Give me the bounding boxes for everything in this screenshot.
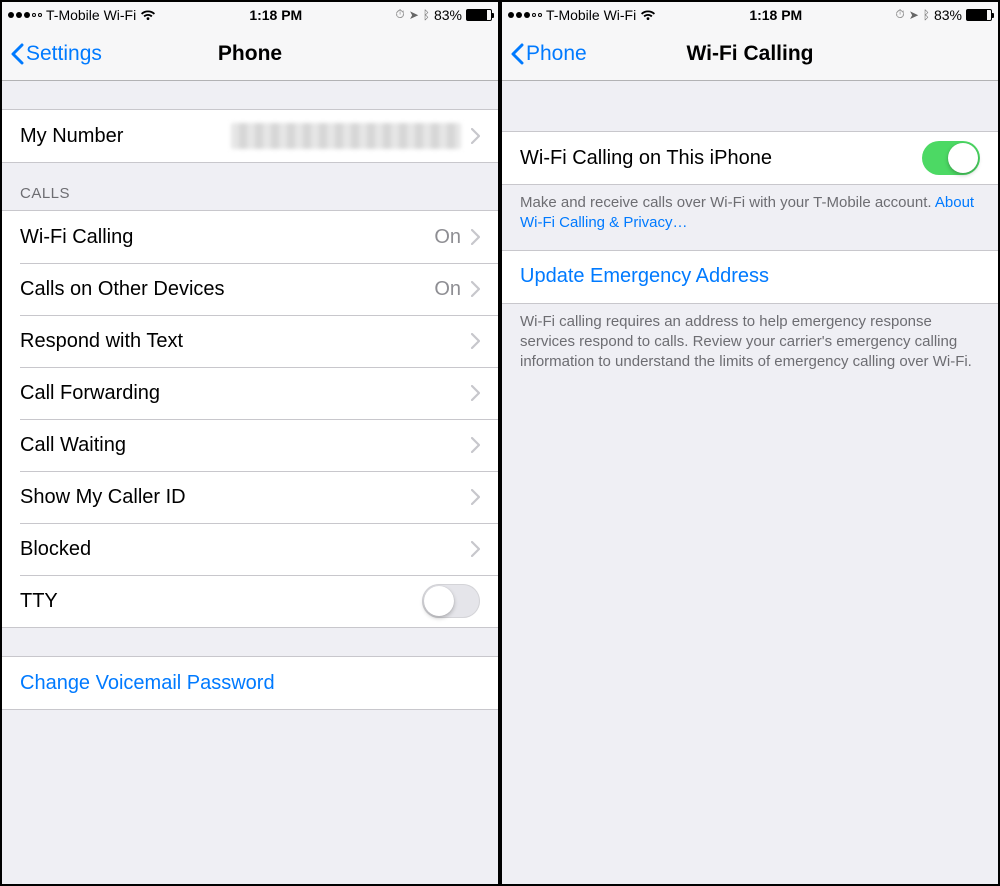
- bluetooth-icon: ᛒ: [923, 8, 930, 22]
- phone-screen-phone-settings: T-Mobile Wi-Fi 1:18 PM ⏱ ➤ ᛒ 83% Setting…: [0, 0, 500, 886]
- back-label: Settings: [26, 42, 102, 66]
- carrier-label: T-Mobile Wi-Fi: [46, 7, 136, 23]
- status-time: 1:18 PM: [749, 7, 802, 23]
- tty-toggle[interactable]: [422, 584, 480, 618]
- battery-percent: 83%: [934, 7, 962, 23]
- status-time: 1:18 PM: [249, 7, 302, 23]
- row-tty: TTY: [2, 575, 498, 627]
- footer-emergency-explainer: Wi-Fi calling requires an address to hel…: [502, 304, 998, 389]
- carrier-label: T-Mobile Wi-Fi: [546, 7, 636, 23]
- chevron-right-icon: [471, 385, 480, 401]
- content-scroll[interactable]: Wi-Fi Calling on This iPhone Make and re…: [502, 81, 998, 884]
- location-icon: ➤: [909, 8, 919, 22]
- status-bar: T-Mobile Wi-Fi 1:18 PM ⏱ ➤ ᛒ 83%: [502, 2, 998, 27]
- chevron-right-icon: [471, 281, 480, 297]
- nav-bar: Phone Wi-Fi Calling: [502, 27, 998, 81]
- footer-about-wifi-calling: Make and receive calls over Wi-Fi with y…: [502, 185, 998, 250]
- bluetooth-icon: ᛒ: [423, 8, 430, 22]
- battery-percent: 83%: [434, 7, 462, 23]
- row-calls-other-devices[interactable]: Calls on Other Devices On: [2, 263, 498, 315]
- chevron-right-icon: [471, 128, 480, 144]
- battery-icon: [966, 9, 992, 21]
- back-button-settings[interactable]: Settings: [10, 42, 102, 66]
- row-wifi-calling-toggle: Wi-Fi Calling on This iPhone: [502, 132, 998, 184]
- status-bar: T-Mobile Wi-Fi 1:18 PM ⏱ ➤ ᛒ 83%: [2, 2, 498, 27]
- chevron-right-icon: [471, 333, 480, 349]
- row-my-number[interactable]: My Number: [2, 110, 498, 162]
- back-button-phone[interactable]: Phone: [510, 42, 587, 66]
- row-change-voicemail-password[interactable]: Change Voicemail Password: [2, 657, 498, 709]
- section-header-calls: CALLS: [2, 163, 498, 210]
- row-call-forwarding[interactable]: Call Forwarding: [2, 367, 498, 419]
- battery-icon: [466, 9, 492, 21]
- row-respond-with-text[interactable]: Respond with Text: [2, 315, 498, 367]
- phone-screen-wifi-calling: T-Mobile Wi-Fi 1:18 PM ⏱ ➤ ᛒ 83% Phone W…: [500, 0, 1000, 886]
- chevron-right-icon: [471, 541, 480, 557]
- back-label: Phone: [526, 42, 587, 66]
- my-number-label: My Number: [20, 125, 231, 148]
- content-scroll[interactable]: My Number CALLS Wi-Fi Calling On Calls o…: [2, 81, 498, 884]
- signal-dots-icon: [8, 12, 42, 18]
- wifi-icon: [640, 9, 656, 21]
- signal-dots-icon: [508, 12, 542, 18]
- chevron-right-icon: [471, 437, 480, 453]
- wifi-calling-status: On: [434, 226, 461, 249]
- row-update-emergency-address[interactable]: Update Emergency Address: [502, 251, 998, 303]
- my-number-value-redacted: [231, 123, 461, 149]
- location-icon: ➤: [409, 8, 419, 22]
- chevron-right-icon: [471, 489, 480, 505]
- row-call-waiting[interactable]: Call Waiting: [2, 419, 498, 471]
- row-wifi-calling[interactable]: Wi-Fi Calling On: [2, 211, 498, 263]
- wifi-calling-toggle[interactable]: [922, 141, 980, 175]
- other-devices-status: On: [434, 278, 461, 301]
- row-show-caller-id[interactable]: Show My Caller ID: [2, 471, 498, 523]
- alarm-icon: ⏱: [895, 7, 904, 22]
- chevron-right-icon: [471, 229, 480, 245]
- row-blocked[interactable]: Blocked: [2, 523, 498, 575]
- nav-bar: Settings Phone: [2, 27, 498, 81]
- wifi-icon: [140, 9, 156, 21]
- alarm-icon: ⏱: [395, 7, 404, 22]
